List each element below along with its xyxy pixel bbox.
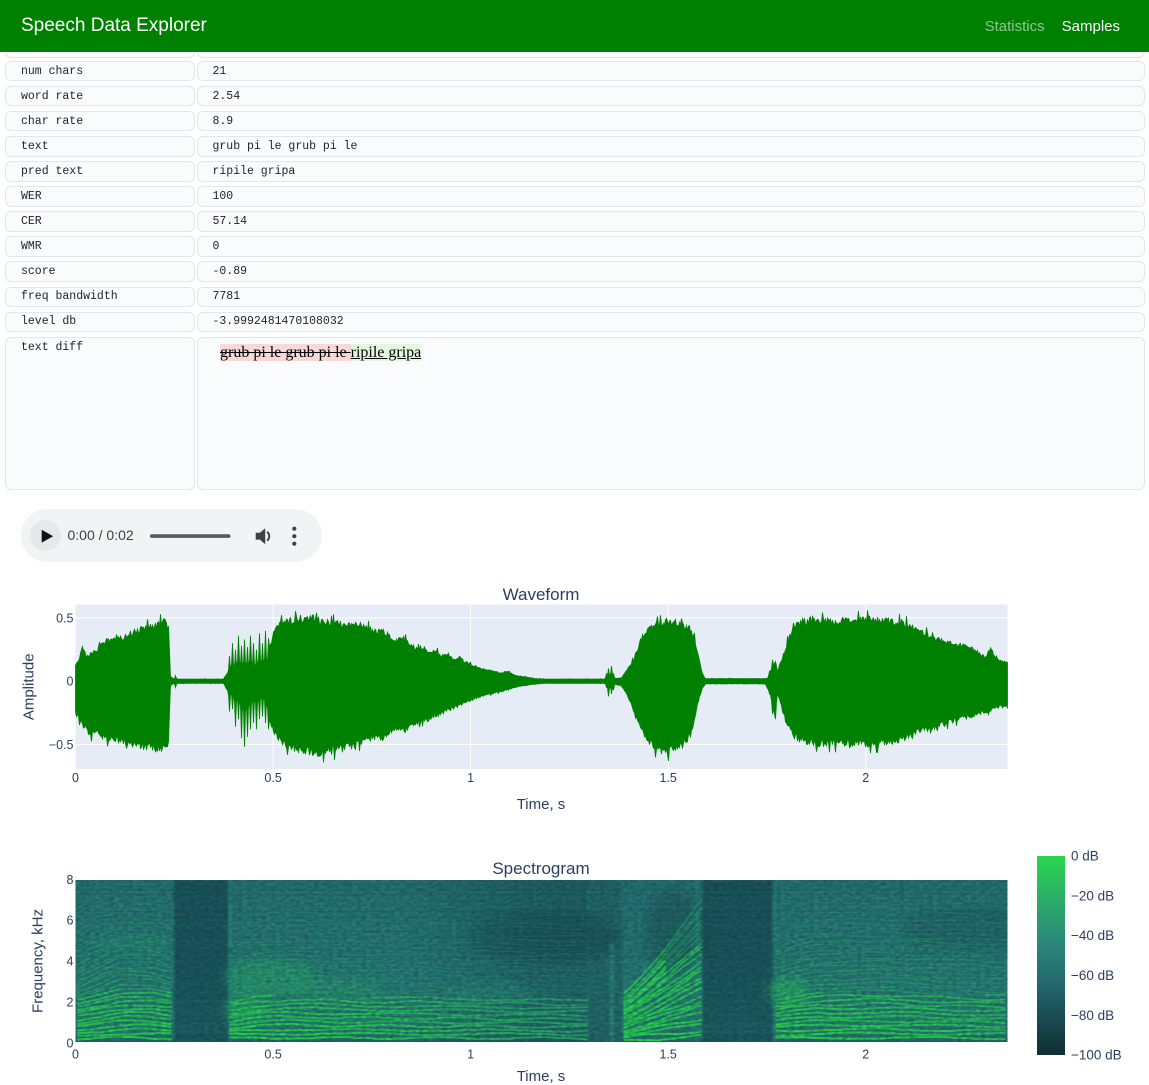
svg-text:−20 dB: −20 dB xyxy=(1071,888,1114,903)
svg-text:Frequency, kHz: Frequency, kHz xyxy=(30,909,47,1013)
svg-text:4: 4 xyxy=(67,955,74,969)
svg-text:6: 6 xyxy=(67,914,74,928)
svg-text:−60 dB: −60 dB xyxy=(1071,968,1114,983)
svg-text:2: 2 xyxy=(67,996,74,1010)
svg-text:1: 1 xyxy=(467,771,474,785)
svg-text:0.5: 0.5 xyxy=(264,1048,281,1062)
svg-text:0: 0 xyxy=(72,1048,79,1062)
svg-text:2: 2 xyxy=(862,771,869,785)
svg-text:1: 1 xyxy=(467,1048,474,1062)
svg-text:1.5: 1.5 xyxy=(660,771,677,785)
svg-text:0: 0 xyxy=(67,675,74,689)
svg-text:Spectrogram: Spectrogram xyxy=(492,859,589,878)
svg-text:0.5: 0.5 xyxy=(56,611,73,625)
svg-text:−0.5: −0.5 xyxy=(49,738,74,752)
svg-text:−100 dB: −100 dB xyxy=(1071,1048,1122,1063)
svg-text:Time, s: Time, s xyxy=(517,1068,566,1085)
svg-text:1.5: 1.5 xyxy=(660,1048,677,1062)
svg-text:0 dB: 0 dB xyxy=(1071,849,1099,864)
svg-text:0.5: 0.5 xyxy=(264,771,281,785)
svg-text:Amplitude: Amplitude xyxy=(21,653,38,720)
svg-text:0: 0 xyxy=(72,771,79,785)
svg-text:Waveform: Waveform xyxy=(503,585,580,604)
svg-text:−80 dB: −80 dB xyxy=(1071,1008,1114,1023)
svg-text:2: 2 xyxy=(862,1048,869,1062)
svg-text:8: 8 xyxy=(67,873,74,887)
svg-text:Time, s: Time, s xyxy=(517,796,566,813)
svg-text:−40 dB: −40 dB xyxy=(1071,928,1114,943)
